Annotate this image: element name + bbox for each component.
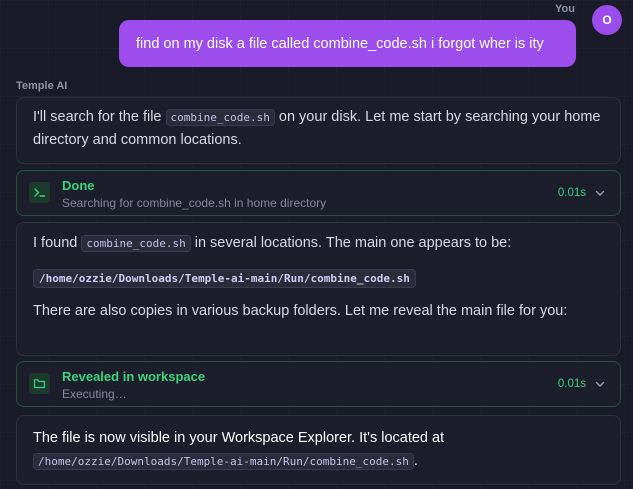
assistant-message: I found combine_code.sh in several locat… xyxy=(16,222,621,356)
user-avatar[interactable]: O xyxy=(592,5,622,35)
chevron-down-icon[interactable] xyxy=(594,187,606,199)
text-span: directory and common locations. xyxy=(33,132,242,148)
assistant-label: Temple AI xyxy=(16,80,68,92)
assistant-message-text: I found combine_code.sh in several locat… xyxy=(33,232,604,255)
tool-duration: 0.01s xyxy=(557,187,586,199)
tool-status-subtitle: Executing… xyxy=(62,387,127,401)
text-span: I'll search for the file xyxy=(33,109,166,125)
chevron-down-icon[interactable] xyxy=(594,378,606,390)
folder-icon xyxy=(29,373,50,394)
tool-status-title: Revealed in workspace xyxy=(62,369,206,384)
tool-call-search[interactable]: Done Searching for combine_code.sh in ho… xyxy=(16,170,621,216)
assistant-message-footer: There are also copies in various backup … xyxy=(33,303,568,319)
text-span: on your disk. Let me start by searching … xyxy=(274,109,601,125)
inline-code: combine_code.sh xyxy=(165,109,275,126)
inline-code[interactable]: /home/ozzie/Downloads/Temple-ai-main/Run… xyxy=(33,453,414,470)
text-span: The file is now visible in your Workspac… xyxy=(33,430,445,446)
assistant-message-text: I'll search for the file combine_code.sh… xyxy=(33,106,604,152)
tool-duration: 0.01s xyxy=(557,378,586,390)
terminal-icon xyxy=(29,182,50,203)
user-message-bubble: find on my disk a file called combine_co… xyxy=(119,20,576,67)
assistant-message: The file is now visible in your Workspac… xyxy=(16,415,621,485)
assistant-message: I'll search for the file combine_code.sh… xyxy=(16,97,621,164)
tool-status-title: Done xyxy=(62,178,95,193)
tool-call-reveal[interactable]: Revealed in workspace Executing… 0.01s xyxy=(16,361,621,407)
path-block: /home/ozzie/Downloads/Temple-ai-main/Run… xyxy=(33,269,604,288)
user-message-text: find on my disk a file called combine_co… xyxy=(136,35,544,52)
text-span: . xyxy=(413,453,418,469)
text-span: I found xyxy=(33,235,82,251)
tool-status-subtitle: Searching for combine_code.sh in home di… xyxy=(62,196,327,210)
file-path[interactable]: /home/ozzie/Downloads/Temple-ai-main/Run… xyxy=(33,269,416,288)
text-span: in several locations. The main one appea… xyxy=(190,235,512,251)
user-label: You xyxy=(555,3,575,15)
inline-code: combine_code.sh xyxy=(81,235,191,252)
assistant-message-text: The file is now visible in your Workspac… xyxy=(33,427,604,473)
